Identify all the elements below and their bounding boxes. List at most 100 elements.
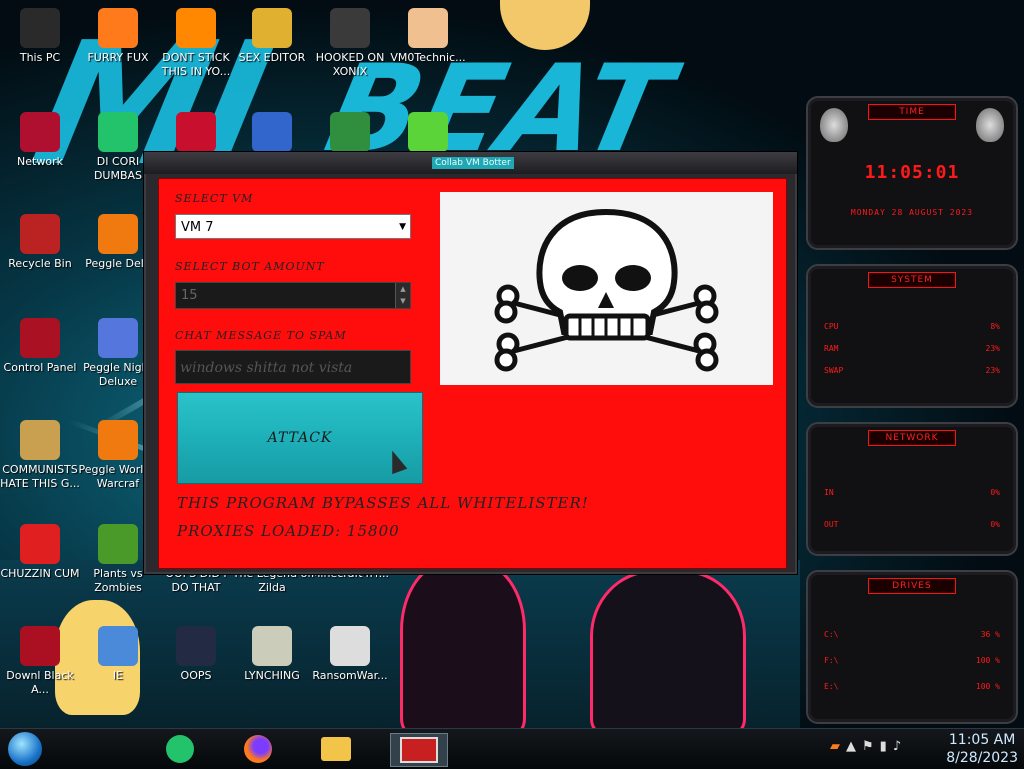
- app-icon: [98, 112, 138, 152]
- desktop-icon[interactable]: LYNCHING: [232, 626, 312, 683]
- desktop-icon[interactable]: SEX EDITOR: [232, 8, 312, 65]
- desktop-icon-label: Downl Black A...: [6, 669, 74, 696]
- tray-app-icon[interactable]: ▰: [830, 739, 846, 754]
- chat-app-icon: [166, 735, 194, 763]
- system-panel-title: SYSTEM: [868, 272, 956, 288]
- taskbar-clock[interactable]: 11:05 AM 8/28/2023: [946, 731, 1018, 767]
- system-tray[interactable]: ▰▲⚑▮♪: [830, 739, 907, 754]
- taskbar-vm-botter[interactable]: [390, 733, 448, 767]
- alien-head-icon: [976, 108, 1004, 142]
- desktop-icon[interactable]: OOPS: [156, 626, 236, 683]
- taskbar-file-explorer[interactable]: [316, 733, 356, 765]
- chat-message-input[interactable]: windows shitta not vista: [175, 350, 411, 384]
- monitor-icon: [176, 626, 216, 666]
- network-panel-title: NETWORK: [868, 430, 956, 446]
- drive-f-row: F:\ 100 %: [824, 656, 1000, 665]
- network-panel: NETWORK IN 0% OUT 0%: [806, 422, 1018, 556]
- desktop-icon-label: SEX EDITOR: [238, 51, 306, 64]
- peggle-icon: [98, 214, 138, 254]
- peggle-wow-icon: [98, 420, 138, 460]
- lime-icon: [408, 112, 448, 152]
- desktop-icon[interactable]: [156, 112, 236, 155]
- time-panel-title: TIME: [868, 104, 956, 120]
- chuzzle-icon: [20, 524, 60, 564]
- desktop-icon[interactable]: [310, 112, 390, 155]
- network-in-row: IN 0%: [824, 488, 1000, 497]
- desktop-icon-label: Network: [17, 155, 63, 168]
- desktop-icon[interactable]: [388, 112, 468, 155]
- desktop-icon[interactable]: Network: [0, 112, 80, 169]
- hxd-icon: [252, 8, 292, 48]
- desktop-icon[interactable]: FURRY FUX: [78, 8, 158, 65]
- clock-time: 11:05:01: [864, 162, 960, 183]
- desktop-icon[interactable]: COMMUNISTS HATE THIS G...: [0, 420, 80, 491]
- taskbar-chat-app[interactable]: [160, 733, 200, 765]
- desktop-icon[interactable]: IE: [78, 626, 158, 683]
- network-out-row: OUT 0%: [824, 520, 1000, 529]
- desktop-icon[interactable]: RansomWar...: [310, 626, 390, 683]
- alien-head-icon: [820, 108, 848, 142]
- chevron-down-icon[interactable]: ▼: [399, 215, 406, 240]
- card-icon: [252, 112, 292, 152]
- stepper-arrows[interactable]: ▲ ▼: [395, 283, 410, 308]
- desktop-icon-label: This PC: [19, 51, 61, 64]
- vm-botter-icon: [400, 737, 438, 763]
- select-vm-value: VM 7: [181, 220, 214, 235]
- wallpaper-figure: [400, 560, 526, 728]
- skull-icon: [330, 626, 370, 666]
- recycle-bin-icon: [20, 214, 60, 254]
- bypass-text: THIS PROGRAM BYPASSES ALL WHITELISTER!: [177, 494, 589, 512]
- taskbar-time: 11:05 AM: [948, 732, 1016, 748]
- start-button[interactable]: [8, 732, 42, 766]
- desktop-icon[interactable]: This PC: [0, 8, 80, 65]
- flag-icon[interactable]: ⚑: [862, 739, 880, 754]
- desktop-icon[interactable]: [232, 112, 312, 155]
- desktop-icon-label: RansomWar...: [312, 669, 388, 682]
- window-client-area: SELECT VM VM 7 ▼ SELECT BOT AMOUNT 15 ▲ …: [158, 178, 787, 569]
- bot-amount-stepper[interactable]: 15 ▲ ▼: [175, 282, 411, 309]
- desktop-icon[interactable]: HOOKED ON XONIX: [310, 8, 390, 79]
- santa-icon: [330, 112, 370, 152]
- taskbar: ▰▲⚑▮♪ 11:05 AM 8/28/2023: [0, 728, 1024, 769]
- attack-button[interactable]: ATTACK: [177, 392, 423, 484]
- desktop-icon[interactable]: DONT STICK THIS IN YO...: [156, 8, 236, 79]
- desktop-icon[interactable]: VM0Technic...: [388, 8, 468, 65]
- desktop-icon-label: FURRY FUX: [87, 51, 149, 64]
- drives-panel-title: DRIVES: [868, 578, 956, 594]
- desktop-icon-label: OOPS: [180, 669, 212, 682]
- xonix-icon: [330, 8, 370, 48]
- bot-amount-value: 15: [181, 288, 198, 303]
- ram-row: RAM 23%: [824, 344, 1000, 353]
- time-panel: TIME 11:05:01 MONDAY 28 AUGUST 2023: [806, 96, 1018, 250]
- vlc-cone-icon: [176, 8, 216, 48]
- firefox-icon: [98, 8, 138, 48]
- bot-amount-label: SELECT BOT AMOUNT: [175, 260, 325, 273]
- select-vm-dropdown[interactable]: VM 7 ▼: [175, 214, 411, 239]
- desktop-icon-label: CHUZZIN CUM: [0, 567, 80, 580]
- attack-button-label: ATTACK: [267, 430, 333, 446]
- volume-icon[interactable]: ♪: [893, 739, 907, 754]
- window-titlebar[interactable]: Collab VM Botter: [144, 152, 797, 174]
- mouse-cursor-icon: [384, 447, 408, 475]
- desktop-icon[interactable]: CHUZZIN CUM: [0, 524, 80, 581]
- desktop-icon-label: DONT STICK THIS IN YO...: [161, 51, 231, 78]
- desktop-icon-label: HOOKED ON XONIX: [315, 51, 385, 78]
- firefox-icon: [244, 735, 272, 763]
- desktop-icon-label: Control Panel: [3, 361, 77, 374]
- alien-ware-icon: [20, 626, 60, 666]
- desktop-icon[interactable]: Downl Black A...: [0, 626, 80, 697]
- desktop-icon[interactable]: Recycle Bin: [0, 214, 80, 271]
- desktop-icon-label: LYNCHING: [244, 669, 300, 682]
- taskbar-firefox[interactable]: [238, 733, 278, 765]
- chevron-up-icon[interactable]: ▲: [846, 739, 862, 754]
- file-explorer-icon: [321, 737, 351, 761]
- wallpaper-figure: [590, 570, 746, 728]
- desktop-icon[interactable]: Control Panel: [0, 318, 80, 375]
- stepper-up-icon[interactable]: ▲: [396, 283, 410, 295]
- stepper-down-icon[interactable]: ▼: [396, 295, 410, 307]
- desktop-icon-label: IE: [112, 669, 124, 682]
- select-vm-label: SELECT VM: [175, 192, 254, 205]
- collab-vm-botter-window[interactable]: Collab VM Botter SELECT VM VM 7 ▼ SELECT…: [143, 151, 798, 575]
- chat-message-label: CHAT MESSAGE TO SPAM: [175, 329, 347, 342]
- network-icon[interactable]: ▮: [880, 739, 893, 754]
